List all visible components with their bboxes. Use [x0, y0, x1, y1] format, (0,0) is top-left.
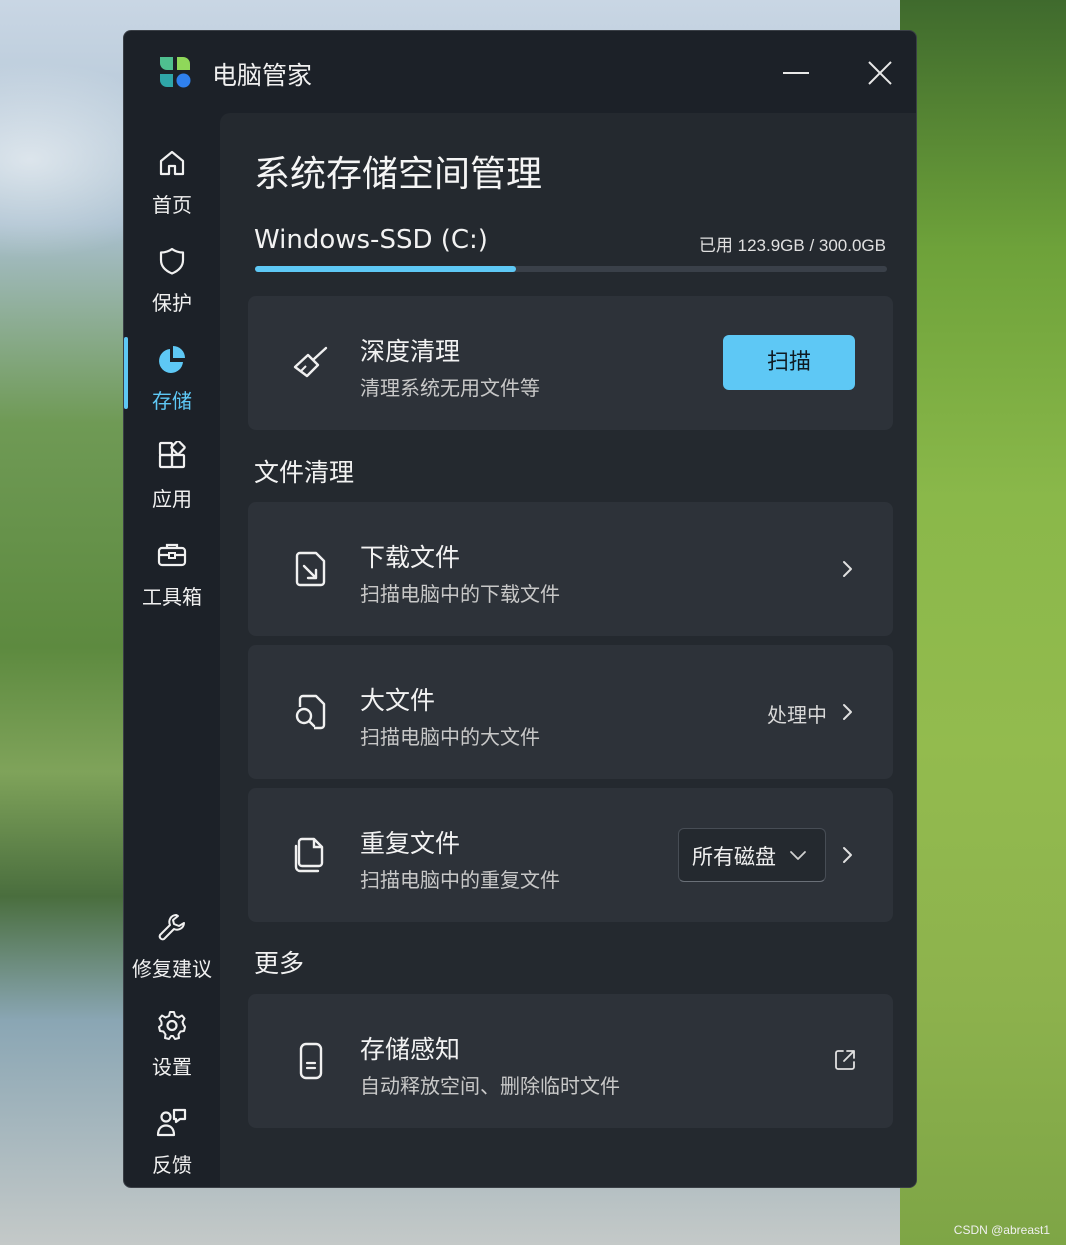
- duplicate-files-subtitle: 扫描电脑中的重复文件: [360, 868, 560, 892]
- file-search-icon: [295, 694, 326, 730]
- pie-chart-icon: [159, 346, 185, 373]
- broom-icon: [293, 346, 328, 378]
- sidebar-item-label: 修复建议: [132, 957, 212, 981]
- sidebar-item-label: 工具箱: [142, 585, 202, 609]
- sidebar-item-home[interactable]: 首页: [124, 137, 220, 227]
- sidebar-item-settings[interactable]: 设置: [124, 999, 220, 1089]
- sidebar-item-toolbox[interactable]: 工具箱: [124, 529, 220, 619]
- drive-name: Windows-SSD (C:): [254, 225, 488, 255]
- phone-storage-icon: [299, 1042, 323, 1080]
- external-link-icon[interactable]: [833, 1048, 857, 1072]
- duplicate-files-card[interactable]: 重复文件 扫描电脑中的重复文件 所有磁盘: [248, 788, 893, 922]
- sidebar-item-apps[interactable]: 应用: [124, 431, 220, 521]
- wrench-icon: [158, 914, 185, 941]
- deep-clean-title: 深度清理: [360, 337, 461, 366]
- sidebar-item-protect[interactable]: 保护: [124, 235, 220, 325]
- app-window: 电脑管家 首页 保护 存储 应用 工具箱 修复建议 设置 反馈 系统存储空间管理…: [123, 30, 917, 1188]
- sidebar-item-label: 首页: [152, 193, 192, 217]
- drive-usage: 已用 123.9GB / 300.0GB: [698, 236, 886, 255]
- storage-progress-bar: [255, 266, 887, 272]
- desktop-wallpaper: [900, 0, 1066, 1245]
- apps-icon: [158, 441, 186, 469]
- sidebar-item-label: 设置: [152, 1055, 192, 1079]
- download-file-icon: [295, 551, 326, 587]
- sidebar: 首页 保护 存储 应用 工具箱 修复建议 设置 反馈: [124, 113, 220, 1187]
- minimize-button[interactable]: [776, 53, 816, 93]
- duplicate-files-title: 重复文件: [360, 829, 461, 858]
- sidebar-item-label: 反馈: [152, 1153, 192, 1177]
- scan-button[interactable]: 扫描: [723, 335, 855, 390]
- watermark: CSDN @abreast1: [953, 1223, 1050, 1237]
- toolbox-icon: [157, 543, 187, 567]
- duplicate-file-icon: [294, 837, 324, 873]
- main-content: 系统存储空间管理 Windows-SSD (C:) 已用 123.9GB / 3…: [220, 113, 916, 1187]
- section-title-file-cleanup: 文件清理: [254, 458, 355, 487]
- disk-select-dropdown[interactable]: 所有磁盘: [678, 828, 826, 882]
- sidebar-item-label: 应用: [152, 487, 192, 511]
- chevron-right-icon[interactable]: [837, 845, 857, 865]
- close-button[interactable]: [860, 53, 900, 93]
- storage-progress-fill: [255, 266, 517, 272]
- storage-sense-title: 存储感知: [360, 1035, 461, 1064]
- chevron-down-icon: [790, 851, 806, 860]
- downloads-subtitle: 扫描电脑中的下载文件: [360, 582, 560, 606]
- page-title: 系统存储空间管理: [254, 154, 543, 195]
- section-title-more: 更多: [254, 949, 305, 978]
- home-icon: [159, 150, 185, 176]
- downloads-card[interactable]: 下载文件 扫描电脑中的下载文件: [248, 502, 893, 636]
- app-logo-icon: [160, 57, 191, 88]
- processing-status: 处理中: [767, 703, 827, 727]
- sidebar-item-storage[interactable]: 存储: [124, 333, 220, 423]
- chevron-right-icon[interactable]: [837, 702, 857, 722]
- dropdown-value: 所有磁盘: [692, 845, 776, 869]
- large-files-card[interactable]: 大文件 扫描电脑中的大文件 处理中: [248, 645, 893, 779]
- sidebar-item-repair[interactable]: 修复建议: [124, 901, 220, 991]
- title-bar: 电脑管家: [124, 31, 916, 113]
- storage-sense-card[interactable]: 存储感知 自动释放空间、删除临时文件: [248, 994, 893, 1128]
- sidebar-item-label: 保护: [152, 291, 192, 315]
- sidebar-item-label: 存储: [152, 389, 192, 413]
- large-files-title: 大文件: [360, 686, 436, 715]
- shield-icon: [159, 247, 185, 275]
- large-files-subtitle: 扫描电脑中的大文件: [360, 725, 540, 749]
- deep-clean-card: 深度清理 清理系统无用文件等 扫描: [248, 296, 893, 430]
- storage-sense-subtitle: 自动释放空间、删除临时文件: [360, 1074, 620, 1098]
- app-title: 电脑管家: [212, 61, 313, 90]
- downloads-title: 下载文件: [360, 543, 461, 572]
- gear-icon: [158, 1011, 186, 1040]
- deep-clean-subtitle: 清理系统无用文件等: [360, 376, 540, 400]
- feedback-icon: [156, 1108, 187, 1137]
- chevron-right-icon[interactable]: [837, 559, 857, 579]
- sidebar-item-feedback[interactable]: 反馈: [124, 1097, 220, 1187]
